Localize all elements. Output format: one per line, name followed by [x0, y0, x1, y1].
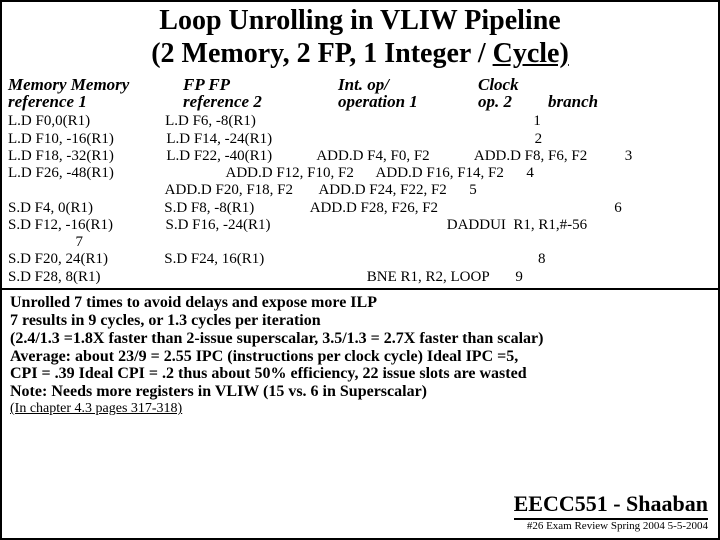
- notes-block: Unrolled 7 times to avoid delays and exp…: [10, 294, 710, 401]
- table-header: Memory Memory reference 1 FP FP referenc…: [8, 76, 712, 112]
- hdr-fp-a: FP FP: [183, 75, 230, 94]
- chapter-ref: (In chapter 4.3 pages 317-318): [10, 401, 710, 417]
- note-line: 7 results in 9 cycles, or 1.3 cycles per…: [10, 312, 710, 330]
- page-footer: #26 Exam Review Spring 2004 5-5-2004: [514, 520, 708, 532]
- hdr-fp-b: reference 2: [183, 92, 262, 111]
- hdr-mem: Memory Memory reference 1: [8, 76, 183, 112]
- note-line: CPI = .39 Ideal CPI = .2 thus about 50% …: [10, 365, 710, 383]
- note-line: Unrolled 7 times to avoid delays and exp…: [10, 294, 710, 312]
- hdr-int-b: operation 1: [338, 92, 418, 111]
- hdr-int-a: Int. op/: [338, 75, 389, 94]
- table-row: S.D F4, 0(R1) S.D F8, -8(R1) ADD.D F28, …: [8, 200, 712, 217]
- note-line: Average: about 23/9 = 2.55 IPC (instruct…: [10, 348, 710, 366]
- table-row: ADD.D F20, F18, F2 ADD.D F24, F22, F2 5: [8, 182, 712, 199]
- table-row: S.D F12, -16(R1) S.D F16, -24(R1) DADDUI…: [8, 217, 712, 234]
- slide-subtitle: (2 Memory, 2 FP, 1 Integer / Cycle): [22, 39, 698, 70]
- hdr-branch-b: branch: [548, 92, 598, 111]
- table-row: L.D F26, -48(R1) ADD.D F12, F10, F2 ADD.…: [8, 165, 712, 182]
- hdr-int: Int. op/ operation 1: [338, 76, 478, 112]
- note-line: Note: Needs more registers in VLIW (15 v…: [10, 383, 710, 401]
- hdr-fp: FP FP reference 2: [183, 76, 338, 112]
- table-row: 7: [8, 234, 712, 251]
- table-row: S.D F28, 8(R1) BNE R1, R2, LOOP 9: [8, 269, 712, 286]
- schedule-table: Memory Memory reference 1 FP FP referenc…: [2, 76, 718, 290]
- hdr-mem-a: Memory Memory: [8, 75, 129, 94]
- table-row: L.D F18, -32(R1) L.D F22, -40(R1) ADD.D …: [8, 148, 712, 165]
- hdr-clock-a: Clock: [478, 75, 519, 94]
- hdr-clock: Clock op. 2: [478, 76, 548, 112]
- table-row: S.D F20, 24(R1) S.D F24, 16(R1) 8: [8, 251, 712, 268]
- subtitle-text: (2 Memory, 2 FP, 1 Integer /: [151, 38, 492, 69]
- table-row: L.D F0,0(R1) L.D F6, -8(R1) 1: [8, 113, 712, 130]
- subtitle-underline: Cycle): [493, 38, 569, 69]
- hdr-branch: branch: [548, 76, 712, 112]
- hdr-mem-b: reference 1: [8, 92, 87, 111]
- course-label: EECC551 - Shaaban: [514, 491, 708, 520]
- hdr-clock-b: op. 2: [478, 92, 512, 111]
- note-line: (2.4/1.3 =1.8X faster than 2-issue super…: [10, 330, 710, 348]
- footer-box: EECC551 - Shaaban #26 Exam Review Spring…: [512, 491, 710, 532]
- table-rows: L.D F0,0(R1) L.D F6, -8(R1) 1 L.D F10, -…: [8, 113, 712, 286]
- slide-title: Loop Unrolling in VLIW Pipeline: [22, 6, 698, 37]
- table-row: L.D F10, -16(R1) L.D F14, -24(R1) 2: [8, 131, 712, 148]
